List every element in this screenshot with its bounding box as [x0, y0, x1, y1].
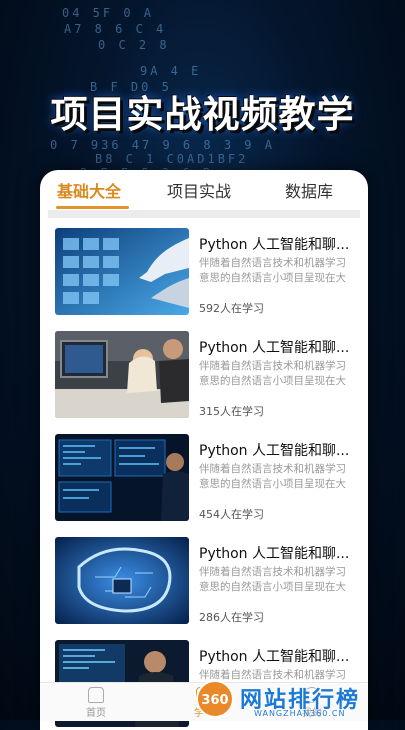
tab-projects[interactable]: 项目实战 — [167, 178, 231, 202]
course-title: Python 人工智能和聊... — [199, 237, 350, 253]
course-card[interactable]: Python 人工智能和聊... 伴随着自然语言技术和机器学习意思的自然语言小项… — [40, 331, 368, 427]
course-description: 伴随着自然语言技术和机器学习意思的自然语言小项目呈现在大 — [199, 463, 346, 490]
course-title: Python 人工智能和聊... — [199, 546, 350, 562]
tab-divider — [48, 210, 360, 218]
tab-basics[interactable]: 基础大全 — [57, 178, 121, 202]
tab-database[interactable]: 数据库 — [285, 178, 333, 202]
course-title: Python 人工智能和聊... — [199, 649, 350, 665]
home-icon — [88, 687, 104, 703]
learner-count: 592人在学习 — [199, 302, 264, 315]
watermark-badge: 360 — [196, 680, 234, 718]
course-card[interactable]: Python 人工智能和聊... 伴随着自然语言技术和机器学习意思的自然语言小项… — [40, 434, 368, 530]
code-row: 04 5F 0 A — [62, 6, 155, 20]
ai-robot-hand-icon — [55, 228, 189, 315]
course-title: Python 人工智能和聊... — [199, 443, 350, 459]
active-tab-indicator — [56, 206, 129, 209]
course-card[interactable]: Python 人工智能和聊... 伴随着自然语言技术和机器学习意思的自然语言小项… — [40, 537, 368, 633]
code-row: B8 C 1 C0AD1BF2 — [95, 152, 249, 166]
office-team-icon — [55, 331, 189, 418]
nav-home[interactable]: 首页 — [66, 687, 126, 719]
course-description: 伴随着自然语言技术和机器学习意思的自然语言小项目呈现在大 — [199, 257, 346, 284]
code-row: 0 C 2 8 — [98, 38, 170, 52]
code-row: 0 7 936 47 9 6 8 3 9 A — [50, 138, 275, 152]
course-description: 伴随着自然语言技术和机器学习意思的自然语言小项目呈现在大 — [199, 566, 346, 593]
circuit-brain-icon — [55, 537, 189, 624]
learner-count: 315人在学习 — [199, 405, 264, 418]
course-description: 伴随着自然语言技术和机器学习意思的自然语言小项目呈现在大 — [199, 360, 346, 387]
programmer-monitors-icon — [55, 434, 189, 521]
course-title: Python 人工智能和聊... — [199, 340, 350, 356]
learner-count: 286人在学习 — [199, 611, 264, 624]
learner-count: 454人在学习 — [199, 508, 264, 521]
course-card[interactable]: Python 人工智能和聊... 伴随着自然语言技术和机器学习意思的自然语言小项… — [40, 228, 368, 324]
site-watermark: 360 网站排行榜 WANGZHAN360.CN — [192, 680, 405, 720]
promo-headline: 项目实战视频教学 — [50, 93, 355, 136]
code-row: A7 8 6 C 4 — [64, 22, 167, 36]
code-row: 9A 4 E — [140, 64, 202, 78]
app-screen: 基础大全 项目实战 数据库 Python 人工智能和聊... 伴随着自然语言技术… — [40, 170, 368, 730]
watermark-url: WANGZHAN360.CN — [254, 709, 346, 718]
nav-label: 首页 — [86, 708, 106, 719]
